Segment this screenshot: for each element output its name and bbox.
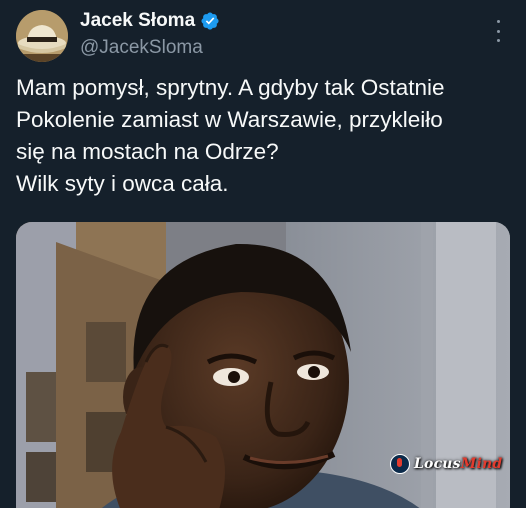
locusmind-logo-icon — [390, 454, 410, 474]
author-handle[interactable]: @JacekSloma — [80, 36, 220, 60]
author-name-line: Jacek Słoma — [80, 9, 220, 33]
watermark-text-part2: Mind — [460, 456, 503, 472]
tweet-text-line: Mam pomysł, sprytny. A gdyby tak Ostatni… — [16, 75, 445, 100]
author-display-name[interactable]: Jacek Słoma — [80, 9, 195, 33]
author-avatar[interactable] — [16, 10, 68, 62]
tweet-text: Mam pomysł, sprytny. A gdyby tak Ostatni… — [16, 72, 516, 200]
media-watermark: Locus Mind — [390, 454, 502, 474]
author-info: Jacek Słoma @JacekSloma — [80, 9, 220, 60]
watermark-text-part1: Locus — [414, 456, 461, 472]
hat-avatar-icon — [16, 10, 68, 62]
tweet-card: Jacek Słoma @JacekSloma Mam pomysł, spry… — [0, 0, 526, 508]
more-options-icon[interactable] — [488, 20, 508, 42]
tweet-text-line: się na mostach na Odrze? — [16, 139, 279, 164]
verified-badge-icon[interactable] — [200, 11, 220, 31]
tweet-text-line: Pokolenie zamiast w Warszawie, przykleił… — [16, 107, 443, 132]
tweet-text-line: Wilk syty i owca cała. — [16, 171, 229, 196]
